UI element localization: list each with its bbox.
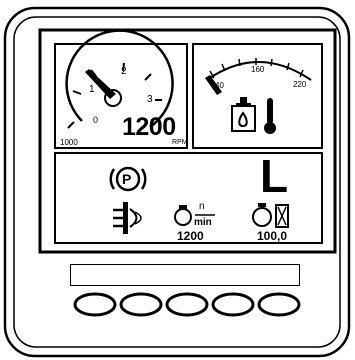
parking-brake-letter: P [122, 171, 132, 187]
rpm-unit-top: n [199, 201, 205, 212]
status-rpm-value: 1200 [177, 229, 204, 243]
softkey-label-strip [70, 264, 300, 286]
softkey-1-button[interactable] [72, 292, 118, 317]
engine-hours-value: 100,0 [257, 229, 288, 243]
headlight-icon [113, 202, 142, 234]
engine-hours-icon [252, 203, 289, 228]
softkey-3-button[interactable] [164, 292, 210, 317]
softkey-4-button[interactable] [210, 292, 256, 317]
softkey-2-button[interactable] [118, 292, 164, 317]
softkey-5-button[interactable] [256, 292, 302, 317]
engine-speed-icon [174, 205, 192, 226]
rpm-unit-bottom: min [194, 217, 212, 228]
gear-indicator: L [260, 150, 289, 202]
